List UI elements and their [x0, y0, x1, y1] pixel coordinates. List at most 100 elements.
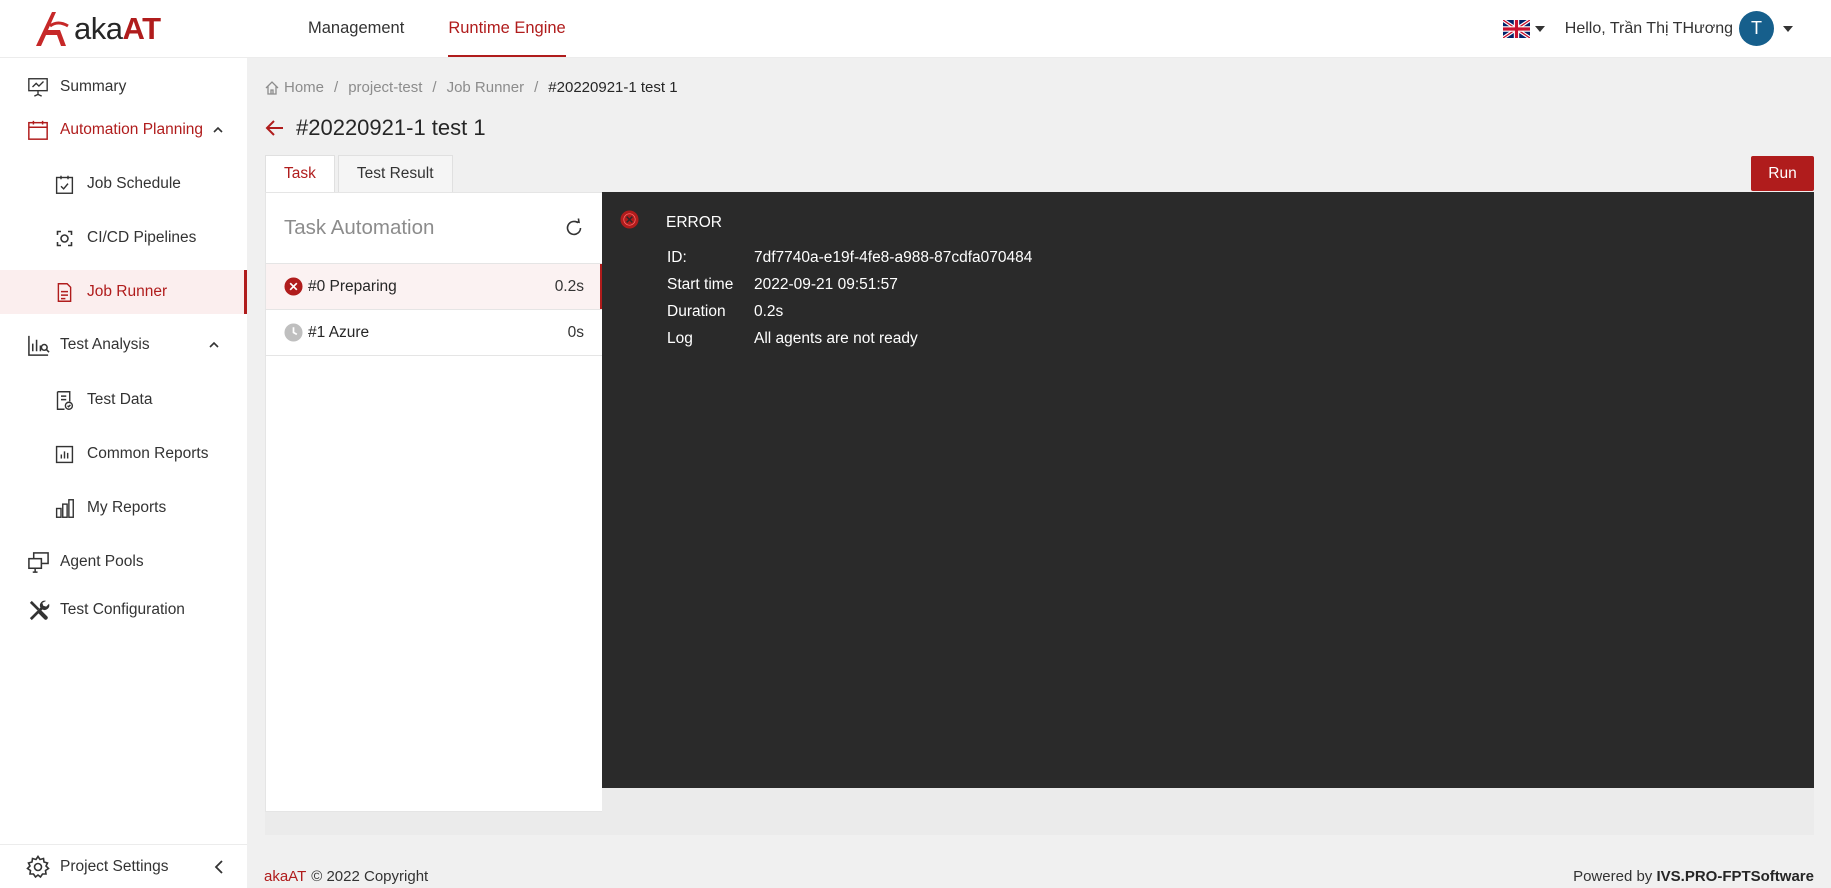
breadcrumb-separator: / — [432, 79, 437, 96]
page-title-row: #20220921-1 test 1 — [264, 115, 486, 141]
task-panel: Task Automation #0 Preparing 0.2s #1 Azu… — [265, 192, 602, 812]
monitors-icon — [26, 550, 50, 574]
sidebar-item-job-runner[interactable]: Job Runner — [0, 270, 247, 314]
error-status-icon — [284, 277, 303, 296]
breadcrumb-separator: / — [534, 79, 539, 96]
akaat-logo-icon — [36, 11, 69, 46]
powered-by-company: IVS.PRO-FPTSoftware — [1656, 867, 1814, 885]
task-label: #1 Azure — [308, 323, 370, 341]
refresh-icon[interactable] — [564, 218, 584, 238]
pipeline-icon — [53, 227, 75, 249]
chevron-down-icon — [1534, 25, 1545, 32]
sidebar-item-job-schedule[interactable]: Job Schedule — [0, 162, 247, 206]
tab-test-result[interactable]: Test Result — [337, 155, 453, 193]
back-arrow-icon[interactable] — [264, 117, 286, 139]
presentation-chart-icon — [26, 75, 50, 99]
sidebar-item-label: Automation Planning — [60, 121, 204, 138]
sidebar-item-my-reports[interactable]: My Reports — [0, 486, 247, 530]
sidebar-item-summary[interactable]: Summary — [0, 65, 247, 109]
task-row-azure[interactable]: #1 Azure 0s — [266, 310, 602, 356]
uk-flag-icon — [1502, 19, 1530, 38]
task-duration: 0.2s — [554, 277, 584, 295]
page-title: #20220921-1 test 1 — [296, 115, 486, 140]
sidebar-item-test-configuration[interactable]: Test Configuration — [0, 588, 247, 632]
tools-icon — [26, 598, 50, 622]
my-reports-icon — [53, 497, 75, 519]
field-key: Start time — [667, 276, 734, 293]
sidebar-item-label: Agent Pools — [60, 553, 144, 570]
breadcrumb: Home / project-test / Job Runner / #2022… — [264, 79, 678, 96]
footer-powered: Powered by IVS.PRO-FPTSoftware — [1573, 868, 1814, 885]
sidebar-item-agent-pools[interactable]: Agent Pools — [0, 540, 247, 584]
user-menu-chevron-icon[interactable] — [1783, 25, 1793, 32]
breadcrumb-section[interactable]: Job Runner — [447, 79, 525, 96]
sidebar-item-label: Job Schedule — [87, 175, 181, 192]
console-field-duration: Duration 0.2s — [667, 303, 783, 321]
sidebar-item-project-settings[interactable]: Project Settings — [0, 844, 247, 888]
clock-pending-icon — [284, 323, 303, 342]
sidebar-item-automation-planning[interactable]: Automation Planning — [0, 108, 247, 152]
footer-brand[interactable]: akaAT — [264, 868, 306, 885]
field-value: 2022-09-21 09:51:57 — [754, 276, 898, 293]
task-duration: 0s — [567, 323, 584, 341]
sidebar-item-test-data[interactable]: Test Data — [0, 378, 247, 422]
task-console: ERROR ID: 7df7740a-e19f-4fe8-a988-87cdfa… — [602, 192, 1814, 788]
sidebar-item-label: Test Configuration — [60, 601, 185, 618]
breadcrumb-current: #20220921-1 test 1 — [548, 79, 678, 96]
footer-copyright: © 2022 Copyright — [311, 867, 429, 885]
sidebar-item-cicd-pipelines[interactable]: CI/CD Pipelines — [0, 216, 247, 260]
calendar-check-icon — [53, 173, 75, 195]
user-greeting: Hello, Trần Thị THương — [1564, 19, 1733, 37]
task-row-preparing[interactable]: #0 Preparing 0.2s — [266, 264, 602, 310]
calendar-icon — [26, 118, 50, 142]
breadcrumb-project[interactable]: project-test — [348, 79, 422, 96]
avatar[interactable]: T — [1739, 11, 1774, 46]
task-panel-title: Task Automation — [284, 216, 435, 239]
powered-prefix: Powered by — [1573, 867, 1653, 885]
gear-icon — [26, 854, 50, 878]
footer: akaAT © 2022 Copyright Powered by IVS.PR… — [247, 864, 1831, 888]
tab-bar: Task Test Result — [265, 155, 456, 193]
sidebar-item-label: Test Data — [87, 391, 153, 408]
chevron-up-icon[interactable] — [209, 340, 219, 350]
topnav-management[interactable]: Management — [286, 0, 426, 57]
sidebar-item-test-analysis[interactable]: Test Analysis — [0, 323, 247, 367]
console-field-log: Log All agents are not ready — [667, 330, 918, 348]
run-button[interactable]: Run — [1751, 156, 1814, 191]
home-icon — [265, 80, 279, 95]
sidebar-item-label: My Reports — [87, 499, 167, 516]
content-area: Task Automation #0 Preparing 0.2s #1 Azu… — [265, 192, 1814, 835]
task-panel-header: Task Automation — [266, 193, 602, 264]
field-value: 0.2s — [754, 303, 784, 320]
field-key: ID: — [667, 249, 687, 266]
logo-text: akaAT — [74, 10, 161, 46]
breadcrumb-home[interactable]: Home — [284, 79, 324, 96]
sidebar-item-label: Summary — [60, 78, 127, 95]
breadcrumb-separator: / — [334, 79, 339, 96]
top-header: akaAT Management Runtime Engine Hello, T… — [0, 0, 1831, 58]
task-label: #0 Preparing — [308, 277, 397, 295]
sidebar-item-label: Project Settings — [60, 857, 169, 875]
field-value: All agents are not ready — [754, 330, 918, 347]
tab-task[interactable]: Task — [265, 155, 335, 193]
sidebar-item-label: Job Runner — [87, 283, 168, 300]
language-selector[interactable] — [1502, 19, 1545, 38]
console-field-start-time: Start time 2022-09-21 09:51:57 — [667, 276, 898, 294]
data-file-icon — [53, 389, 75, 411]
sidebar-item-label: Common Reports — [87, 445, 209, 462]
analysis-icon — [26, 333, 50, 357]
field-key: Log — [667, 330, 693, 347]
sidebar-item-label: Test Analysis — [60, 336, 150, 353]
header-right: Hello, Trần Thị THương T — [1502, 0, 1831, 57]
field-value: 7df7740a-e19f-4fe8-a988-87cdfa070484 — [754, 249, 1033, 266]
topnav-runtime-engine[interactable]: Runtime Engine — [426, 0, 587, 57]
app-logo[interactable]: akaAT — [0, 0, 247, 57]
error-circle-icon — [620, 210, 639, 229]
chevron-up-icon[interactable] — [213, 125, 223, 135]
sidebar-item-common-reports[interactable]: Common Reports — [0, 432, 247, 476]
console-field-id: ID: 7df7740a-e19f-4fe8-a988-87cdfa070484 — [667, 249, 1032, 267]
top-nav: Management Runtime Engine — [286, 0, 588, 57]
sidebar: Summary Automation Planning Job Schedule… — [0, 58, 247, 888]
document-icon — [53, 281, 75, 303]
collapse-sidebar-icon[interactable] — [213, 859, 225, 875]
